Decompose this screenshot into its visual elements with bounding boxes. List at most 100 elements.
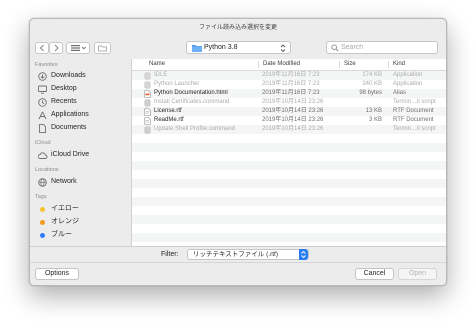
empty-row: [132, 170, 446, 179]
file-date-modified: 2019年10月14日 23:26: [262, 99, 324, 105]
chevron-left-icon: [39, 44, 44, 52]
filter-dropdown[interactable]: リッチテキストファイル (.rtf): [187, 249, 309, 260]
empty-row: [132, 233, 446, 242]
new-folder-icon: [98, 45, 107, 52]
empty-row: [132, 143, 446, 152]
file-name: Python Documentation.html: [154, 90, 228, 96]
file-size: 98 bytes: [359, 90, 382, 96]
empty-row: [132, 215, 446, 224]
sidebar-tag-blue[interactable]: ブルー: [38, 229, 128, 241]
sidebar-tag-yellow[interactable]: イエロー: [38, 203, 128, 215]
sidebar-item-downloads[interactable]: Downloads: [38, 70, 128, 82]
blue-tag-dot-icon: [40, 233, 45, 238]
column-header-size[interactable]: Size: [344, 59, 356, 70]
sidebar-item-label: Network: [51, 178, 77, 185]
sidebar-item-desktop[interactable]: Desktop: [38, 83, 128, 95]
empty-row: [132, 188, 446, 197]
cloud-icon: [38, 152, 48, 159]
sidebar-item-label: ブルー: [51, 231, 72, 238]
file-date-modified: 2019年10月14日 23:26: [262, 108, 324, 114]
location-dropdown[interactable]: Python 3.8: [186, 41, 291, 54]
file-row[interactable]: IDLE 2019年11月16日 7:23 174 KB Application: [132, 71, 446, 80]
sidebar: Favorites Downloads Desktop Recents Appl…: [30, 59, 131, 246]
file-name: Update Shell Profile.command: [154, 126, 236, 132]
sidebar-item-documents[interactable]: Documents: [38, 122, 128, 134]
list-view-icon: [71, 45, 86, 51]
sidebar-item-network[interactable]: Network: [38, 176, 128, 188]
column-divider[interactable]: [388, 61, 389, 68]
stepper-arrows-icon: [301, 250, 306, 259]
stepper-arrows-icon: [280, 44, 286, 53]
sidebar-header-favorites: Favorites: [35, 62, 58, 68]
file-row[interactable]: Python Launcher 2019年11月16日 7:23 240 KB App…: [132, 80, 446, 89]
filter-bar: Filter: リッチテキストファイル (.rtf): [30, 246, 446, 262]
bottom-bar: Options Cancel Open: [30, 262, 446, 285]
file-kind: RTF Document: [393, 108, 434, 114]
file-kind: Alias: [393, 90, 407, 96]
file-row[interactable]: Python Documentation.html 2019年11月16日 7:2…: [132, 89, 446, 98]
search-field[interactable]: [326, 41, 438, 54]
column-header-row: Name Date Modified Size Kind: [132, 59, 446, 71]
column-header-name[interactable]: Name: [149, 59, 165, 70]
orange-tag-dot-icon: [40, 220, 45, 225]
empty-row: [132, 206, 446, 215]
dropdown-arrows: [299, 249, 308, 260]
file-date-modified: 2019年11月16日 7:23: [262, 72, 320, 78]
sidebar-header-locations: Locations: [35, 167, 59, 173]
back-button[interactable]: [35, 42, 49, 54]
sidebar-item-label: Recents: [51, 98, 77, 105]
location-label: Python 3.8: [204, 44, 238, 51]
empty-row: [132, 197, 446, 206]
file-kind: Application: [393, 72, 423, 78]
clock-icon: [38, 98, 47, 107]
file-row[interactable]: License.rtf 2019年10月14日 23:26 13 KB RTF Doc…: [132, 107, 446, 116]
sidebar-item-applications[interactable]: Applications: [38, 109, 128, 121]
file-name: License.rtf: [154, 108, 182, 114]
file-name: ReadMe.rtf: [154, 117, 184, 123]
column-divider[interactable]: [339, 61, 340, 68]
sidebar-item-label: Downloads: [51, 72, 86, 79]
file-list: Name Date Modified Size Kind IDLE 2019年11…: [131, 59, 446, 246]
sidebar-header-icloud: iCloud: [35, 140, 51, 146]
sidebar-item-icloud-drive[interactable]: iCloud Drive: [38, 149, 128, 161]
chevron-right-icon: [54, 44, 59, 52]
column-header-kind[interactable]: Kind: [393, 59, 405, 70]
file-row[interactable]: ReadMe.rtf 2019年10月14日 23:26 3 KB RTF Docum…: [132, 116, 446, 125]
sidebar-item-recents[interactable]: Recents: [38, 96, 128, 108]
open-file-dialog: ファイル読み込み選択を変更 Python 3.8 Search Favorite…: [29, 18, 447, 286]
file-size: 3 KB: [368, 117, 382, 123]
new-folder-button[interactable]: [94, 42, 111, 54]
sidebar-item-label: イエロー: [51, 205, 79, 212]
search-input[interactable]: [341, 42, 431, 53]
file-size: 174 KB: [362, 72, 382, 78]
empty-row: [132, 134, 446, 143]
column-divider[interactable]: [258, 61, 259, 68]
sidebar-item-label: オレンジ: [51, 218, 79, 225]
file-size: 240 KB: [362, 81, 382, 87]
downloads-icon: [38, 72, 47, 81]
file-row[interactable]: Install Certificates.command 2019年10月14日 …: [132, 98, 446, 107]
file-date-modified: 2019年10月14日 23:26: [262, 126, 324, 132]
file-row[interactable]: Update Shell Profile.command 2019年10月14日 …: [132, 125, 446, 134]
desktop-icon: [38, 85, 47, 94]
sidebar-item-label: Applications: [51, 111, 89, 118]
column-header-date-modified[interactable]: Date Modified: [263, 59, 300, 70]
sidebar-tag-orange[interactable]: オレンジ: [38, 216, 128, 228]
file-kind: Application: [393, 81, 423, 87]
view-mode-button[interactable]: [66, 42, 90, 54]
options-button[interactable]: Options: [35, 268, 79, 280]
toolbar: Python 3.8: [30, 37, 446, 59]
file-date-modified: 2019年11月16日 7:23: [262, 90, 320, 96]
forward-button[interactable]: [49, 42, 63, 54]
empty-row: [132, 224, 446, 233]
open-button[interactable]: Open: [398, 268, 437, 280]
file-name: IDLE: [154, 72, 168, 78]
applications-icon: [38, 111, 47, 120]
yellow-tag-dot-icon: [40, 207, 45, 212]
globe-icon: [38, 178, 47, 187]
file-kind: Termin…ll script: [393, 99, 436, 105]
sidebar-item-label: iCloud Drive: [51, 151, 90, 158]
cancel-button[interactable]: Cancel: [355, 268, 394, 280]
dialog-title: ファイル読み込み選択を変更: [198, 25, 277, 31]
document-icon: [39, 124, 46, 133]
